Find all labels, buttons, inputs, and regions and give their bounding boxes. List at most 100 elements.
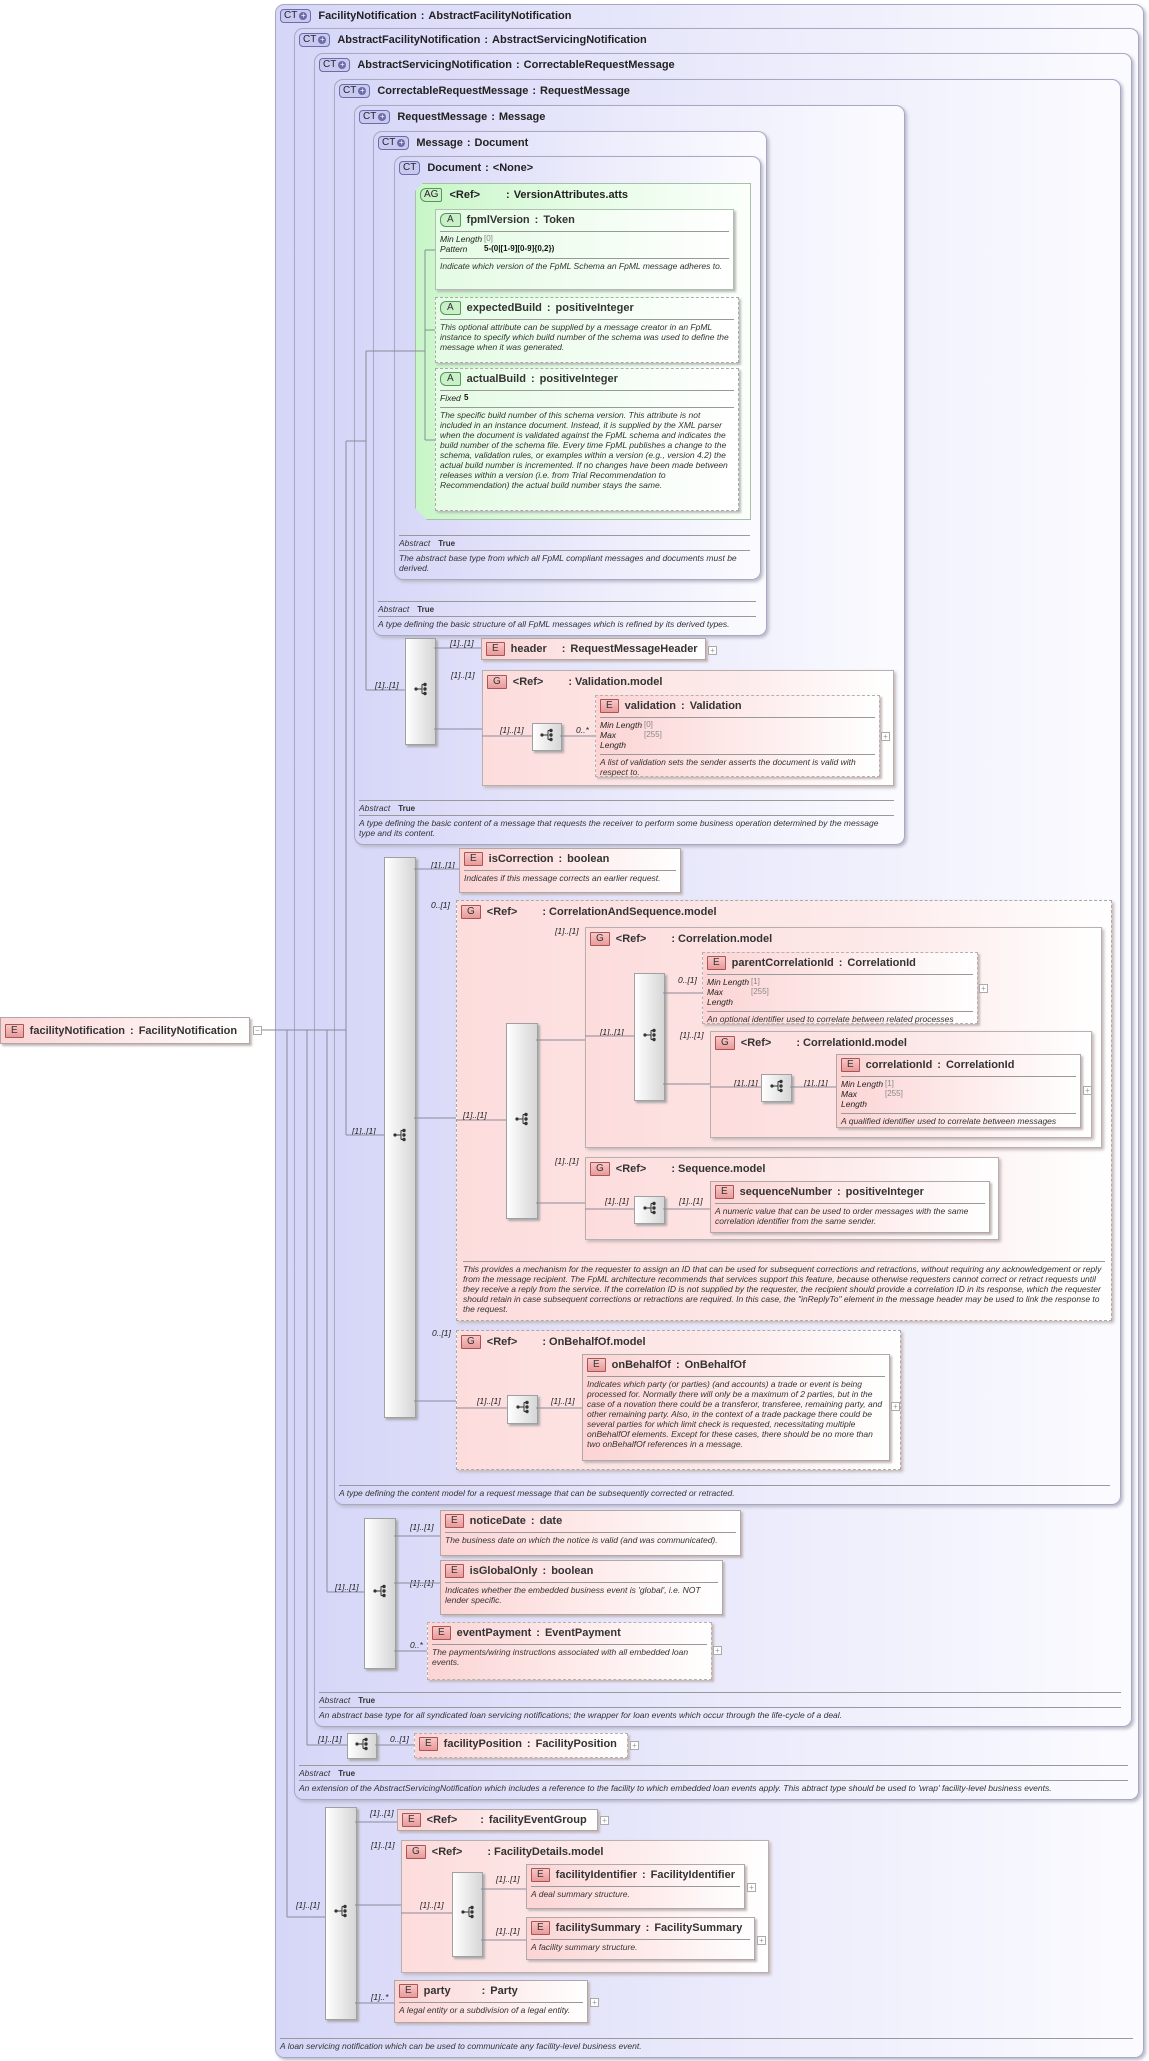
- expand-button[interactable]: +: [881, 732, 890, 741]
- sequence-compositor[interactable]: [325, 1807, 357, 2020]
- element-facility-position[interactable]: EfacilityPosition: FacilityPosition: [414, 1733, 628, 1758]
- sequence-compositor[interactable]: [347, 1733, 377, 1759]
- sequence-icon: [393, 1128, 407, 1147]
- separator: :: [836, 1186, 841, 1198]
- attribute-fpml-version[interactable]: AfpmlVersion: Token Min Length [0] Pattern 5…: [435, 209, 734, 290]
- element-on-behalf-of[interactable]: EonBehalfOf: OnBehalfOf Indicates which p…: [582, 1354, 890, 1461]
- separator: :: [506, 189, 510, 201]
- element-notice-date[interactable]: EnoticeDate: date The business date on wh…: [440, 1510, 741, 1556]
- abstract-row: Abstract True: [399, 535, 750, 550]
- cardinality-label: [1]..[1]: [496, 1874, 520, 1884]
- cardinality-label: [1]..[1]: [477, 1396, 501, 1406]
- attribute-expected-build[interactable]: AexpectedBuild: positiveInteger This opti…: [435, 297, 739, 363]
- attribute-type: positiveInteger: [555, 302, 634, 314]
- element-is-correction[interactable]: EisCorrection: boolean Indicates if this …: [459, 848, 681, 893]
- sequence-compositor[interactable]: [384, 857, 416, 1418]
- separator: :: [130, 1025, 134, 1037]
- element-type: positiveInteger: [845, 1186, 924, 1198]
- expand-button[interactable]: +: [590, 1998, 599, 2007]
- cardinality-label: 0..[1]: [678, 975, 697, 985]
- element-sequence-number[interactable]: EsequenceNumber: positiveInteger A numeri…: [710, 1181, 990, 1233]
- element-description: A numeric value that can be used to orde…: [715, 1203, 985, 1226]
- separator: :: [671, 1163, 676, 1175]
- type-name: Document: [427, 162, 482, 174]
- expand-button[interactable]: +: [708, 646, 717, 655]
- element-party[interactable]: Eparty: Party A legal entity or a subdivi…: [394, 1980, 588, 2023]
- separator: :: [530, 373, 535, 385]
- separator: :: [681, 700, 685, 712]
- element-validation[interactable]: Evalidation: Validation Min Length [0] Max …: [595, 695, 880, 777]
- expand-button[interactable]: +: [630, 1741, 639, 1750]
- sequence-compositor[interactable]: [761, 1074, 792, 1102]
- type-name: CorrectableRequestMessage: [377, 85, 529, 97]
- separator: :: [485, 162, 489, 174]
- sequence-compositor[interactable]: [507, 1395, 538, 1424]
- sequence-compositor[interactable]: [506, 1023, 538, 1219]
- element-icon: E: [707, 956, 726, 970]
- sequence-compositor[interactable]: [405, 638, 436, 745]
- element-name: isCorrection: [488, 853, 554, 865]
- root-element-facility-notification[interactable]: EfacilityNotification: FacilityNotificati…: [0, 1017, 250, 1044]
- collapse-button[interactable]: −: [253, 1026, 262, 1035]
- element-header[interactable]: Eheader: RequestMessageHeader: [481, 638, 706, 660]
- element-icon: E: [531, 1921, 550, 1935]
- cardinality-label: [1]..[1]: [804, 1078, 828, 1088]
- element-type: OnBehalfOf: [684, 1359, 746, 1371]
- sequence-icon: [642, 1201, 657, 1220]
- separator: :: [480, 1814, 484, 1826]
- sequence-icon: [515, 1112, 529, 1131]
- group-icon: G: [590, 932, 610, 946]
- separator: :: [937, 1059, 941, 1071]
- type-description: A loan servicing notification which can …: [280, 2038, 1133, 2053]
- expand-button[interactable]: +: [757, 1936, 766, 1945]
- element-name: facilityEventGroup: [488, 1814, 587, 1826]
- element-event-payment[interactable]: EeventPayment: EventPayment The payments/…: [427, 1622, 712, 1680]
- separator: :: [542, 906, 547, 918]
- element-name: correlationId: [865, 1059, 933, 1071]
- base-type: Message: [498, 111, 546, 123]
- expand-button[interactable]: +: [713, 1646, 722, 1655]
- cardinality-label: [1]..[1]: [318, 1734, 342, 1744]
- complex-type-icon: CT +: [299, 33, 331, 47]
- attribute-icon: A: [440, 301, 461, 315]
- element-parent-correlation-id[interactable]: EparentCorrelationId: CorrelationId Min L…: [702, 952, 978, 1024]
- element-icon: E: [419, 1737, 438, 1751]
- sequence-compositor[interactable]: [634, 1196, 665, 1224]
- element-facility-identifier[interactable]: EfacilityIdentifier: FacilityIdentifier A…: [526, 1864, 745, 1909]
- element-facility-event-group[interactable]: E <Ref>: facilityEventGroup: [397, 1809, 598, 1831]
- element-name: onBehalfOf: [611, 1359, 671, 1371]
- attribute-description: The specific build number of this schema…: [440, 407, 734, 490]
- expand-button[interactable]: +: [600, 1816, 609, 1825]
- facets: Fixed 5: [440, 390, 734, 403]
- sequence-compositor[interactable]: [634, 973, 665, 1101]
- element-correlation-id[interactable]: EcorrelationId: CorrelationId Min Length[…: [836, 1054, 1081, 1128]
- group-name: Correlation.model: [678, 933, 773, 945]
- cardinality-label: [1]..[1]: [734, 1078, 758, 1088]
- element-is-global-only[interactable]: EisGlobalOnly: boolean Indicates whether …: [440, 1560, 723, 1615]
- attribute-actual-build[interactable]: AactualBuild: positiveInteger Fixed 5 The …: [435, 368, 739, 511]
- element-type: FacilityIdentifier: [650, 1869, 735, 1881]
- base-type: RequestMessage: [540, 85, 630, 97]
- element-facility-summary[interactable]: EfacilitySummary: FacilitySummary A facil…: [526, 1917, 755, 1960]
- ref-label: <Ref>: [426, 1814, 458, 1826]
- expand-button[interactable]: +: [1083, 1086, 1092, 1095]
- cardinality-label: [1]..[1]: [555, 1156, 579, 1166]
- element-description: The business date on which the notice is…: [445, 1532, 736, 1545]
- separator: :: [487, 1846, 492, 1858]
- sequence-compositor[interactable]: [532, 723, 562, 751]
- element-type: EventPayment: [544, 1627, 621, 1639]
- sequence-icon: [334, 1904, 348, 1923]
- cardinality-label: [1]..[1]: [410, 1578, 434, 1588]
- group-icon: G: [715, 1036, 735, 1050]
- cardinality-label: [1]..[1]: [296, 1900, 320, 1910]
- sequence-compositor[interactable]: [364, 1518, 396, 1669]
- ref-label: <Ref>: [615, 1163, 647, 1175]
- complex-type-icon: CT: [399, 161, 421, 175]
- group-icon: G: [461, 905, 481, 919]
- expand-button[interactable]: +: [891, 1402, 900, 1411]
- expand-button[interactable]: +: [747, 1883, 756, 1892]
- element-name: facilitySummary: [555, 1922, 641, 1934]
- sequence-compositor[interactable]: [452, 1872, 483, 1957]
- expand-button[interactable]: +: [979, 984, 988, 993]
- separator: :: [491, 111, 495, 123]
